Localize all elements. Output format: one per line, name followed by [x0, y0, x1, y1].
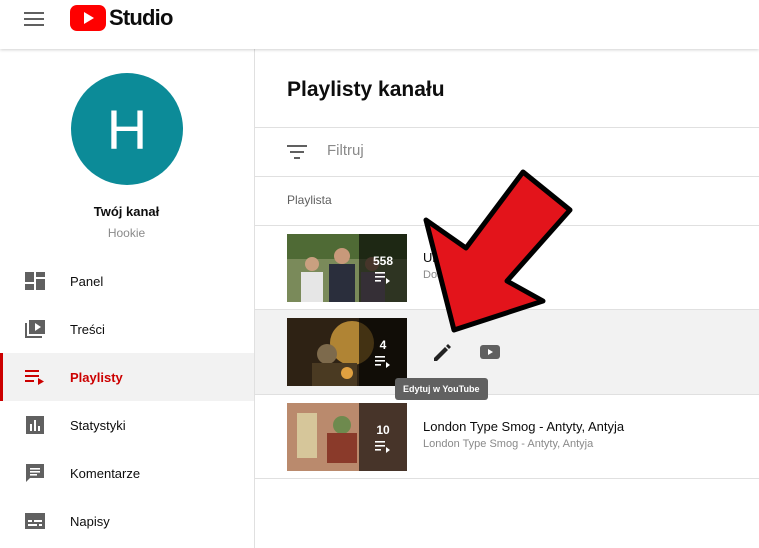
playlist-thumbnail[interactable]: 4 — [287, 318, 407, 386]
table-row[interactable]: 558 Ulubi Doda — [255, 226, 759, 310]
column-header-playlist: Playlista — [287, 193, 332, 207]
menu-icon[interactable] — [24, 10, 46, 28]
sidebar-item-label: Playlisty — [70, 369, 123, 385]
sidebar-item-label: Statystyki — [70, 417, 126, 433]
sidebar-item-comments[interactable]: Komentarze — [0, 449, 254, 497]
playlist-count-overlay: 10 — [359, 403, 407, 471]
playlist-icon — [375, 272, 390, 284]
video-count: 558 — [372, 254, 394, 268]
youtube-logo-icon — [70, 5, 106, 31]
sidebar-item-analytics[interactable]: Statystyki — [0, 401, 254, 449]
playlist-title[interactable]: London Type Smog - Antyty, Antyja — [423, 419, 624, 434]
youtube-play-icon[interactable] — [480, 344, 500, 360]
logo-text: Studio — [109, 5, 173, 30]
divider — [255, 127, 759, 128]
sidebar-item-label: Komentarze — [70, 465, 141, 481]
sidebar-item-playlists[interactable]: Playlisty — [0, 353, 254, 401]
avatar[interactable]: H — [71, 73, 183, 185]
dashboard-icon — [25, 272, 45, 290]
playlist-icon — [375, 441, 390, 453]
playlist-description: Doda — [423, 269, 450, 281]
youtube-studio-logo[interactable]: Studio — [70, 5, 173, 31]
sidebar-item-subtitles[interactable]: Napisy — [0, 497, 254, 545]
edit-pencil-icon[interactable] — [431, 342, 453, 364]
playlist-icon — [375, 356, 390, 368]
main-content: Playlisty kanału Filtruj Playlista 558 U… — [255, 49, 759, 548]
top-bar: Studio — [0, 0, 759, 49]
sidebar-item-content[interactable]: Treści — [0, 305, 254, 353]
subtitles-icon — [25, 513, 45, 529]
sidebar: H Twój kanał Hookie Panel Treści Playlis… — [0, 49, 255, 548]
filter-input[interactable]: Filtruj — [327, 142, 364, 159]
channel-handle: Hookie — [107, 226, 146, 240]
content-icon — [25, 320, 45, 338]
filter-icon[interactable] — [287, 145, 309, 161]
playlist-count-overlay: 558 — [359, 234, 407, 302]
page-title: Playlisty kanału — [287, 78, 445, 101]
analytics-icon — [26, 416, 44, 434]
tooltip: Edytuj w YouTube — [395, 378, 488, 400]
channel-name: Twój kanał — [93, 204, 160, 219]
divider — [255, 176, 759, 177]
sidebar-item-panel[interactable]: Panel — [0, 257, 254, 305]
video-count: 4 — [379, 338, 387, 352]
table-row[interactable]: 4 — [255, 310, 759, 394]
sidebar-item-label: Panel — [70, 273, 104, 289]
sidebar-nav: Panel Treści Playlisty Statystyki Koment… — [0, 257, 254, 545]
sidebar-item-label: Treści — [70, 321, 105, 337]
playlist-thumbnail[interactable]: 10 — [287, 403, 407, 471]
comments-icon — [26, 464, 44, 482]
playlist-description: London Type Smog - Antyty, Antyja — [423, 438, 594, 450]
playlist-thumbnail[interactable]: 558 — [287, 234, 407, 302]
table-row[interactable]: 10 London Type Smog - Antyty, Antyja Lon… — [255, 395, 759, 479]
divider — [255, 478, 759, 479]
playlist-title[interactable]: Ulubi — [423, 250, 453, 265]
playlist-icon — [25, 370, 44, 385]
video-count: 10 — [376, 423, 390, 437]
sidebar-item-label: Napisy — [70, 513, 110, 529]
playlist-count-overlay: 4 — [359, 318, 407, 386]
